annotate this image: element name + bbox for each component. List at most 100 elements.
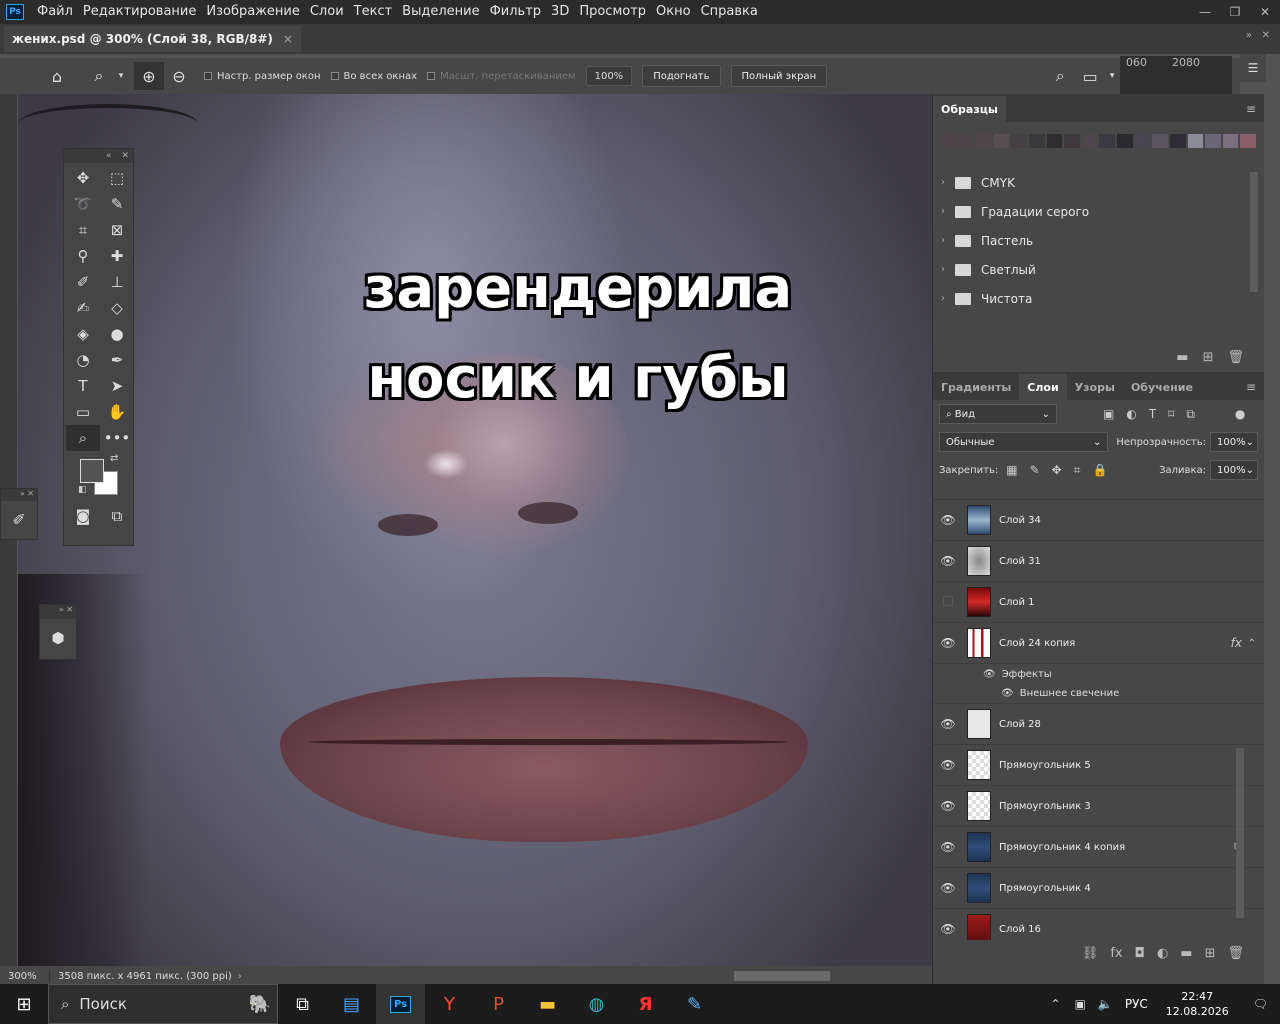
close-tab-icon[interactable]: × [283,32,293,46]
add-mask-icon[interactable]: ◘ [1135,946,1145,961]
layer-row[interactable]: 👁 Слой 28 [933,704,1264,745]
zoom-tool-icon[interactable]: ⌕ [66,425,100,451]
all-windows-checkbox[interactable]: Во всех окнах [330,71,417,82]
panel-menu-icon[interactable]: ≡ [1246,102,1256,116]
new-folder-icon[interactable]: ▬ [1176,350,1188,365]
filter-smart-object-icon[interactable]: ⧉ [1186,407,1195,422]
visibility-eye-icon[interactable]: 👁 [933,554,963,568]
minimize-button[interactable]: — [1190,0,1220,24]
swatch-folder[interactable]: › Светлый [933,255,1264,284]
zoom-readout[interactable]: 300% [0,970,50,982]
swatch[interactable] [1152,134,1168,148]
type-tool-icon[interactable]: T [66,373,100,399]
panel-menu-icon[interactable]: ≡ [1246,380,1256,394]
zoom-tool-preset-icon[interactable]: ⌕ [84,62,114,90]
swatch[interactable] [941,134,957,148]
menu-layers[interactable]: Слои [305,0,349,24]
frame-tool-icon[interactable]: ⊠ [100,217,134,243]
zoom-value-field[interactable]: 100% [585,66,633,86]
tab-swatches[interactable]: Образцы [933,96,1006,122]
eyedropper-tool-icon[interactable]: ⚲ [66,243,100,269]
filter-type-icon[interactable]: T [1149,407,1156,421]
quick-mask-icon[interactable]: ◙ [66,503,100,529]
screen-mode-icon[interactable]: ⧉ [100,503,134,529]
swatch[interactable] [1240,134,1256,148]
menu-window[interactable]: Окно [651,0,696,24]
visibility-eye-icon[interactable]: 👁 [933,840,963,854]
eraser-tool-icon[interactable]: ◇ [100,295,134,321]
3d-icon[interactable]: ⬢ [40,619,76,657]
notifications-icon[interactable]: 🗨 [1253,997,1268,1011]
swatch[interactable] [1205,134,1221,148]
crop-tool-icon[interactable]: ⌗ [66,217,100,243]
swatch[interactable] [1134,134,1151,148]
brush-tool-icon[interactable]: ✐ [66,269,100,295]
workspace-icon[interactable]: ▭ [1075,62,1105,90]
file-explorer-icon[interactable]: ▬ [523,984,572,1024]
add-style-icon[interactable]: fx [1110,946,1122,961]
menu-type[interactable]: Текст [349,0,398,24]
layers-scrollbar[interactable] [1236,748,1244,918]
task-view-icon[interactable]: ⧉ [278,984,327,1024]
volume-icon[interactable]: 🔈 [1098,997,1113,1011]
menu-view[interactable]: Просмотр [574,0,651,24]
menu-help[interactable]: Справка [696,0,763,24]
lock-artboard-icon[interactable]: ⌗ [1074,463,1081,478]
powerpoint-icon[interactable]: P [474,984,523,1024]
visibility-eye-icon[interactable]: 👁 [933,513,963,527]
effects-row[interactable]: 👁 Эффекты [933,664,1264,684]
layer-row[interactable]: 👁 Слой 16 [933,909,1264,940]
search-icon[interactable]: ⌕ [1045,62,1075,90]
filter-toggle-icon[interactable]: ● [1235,407,1245,421]
swatch[interactable] [1011,134,1028,148]
visibility-empty-box[interactable] [933,595,963,609]
network-icon[interactable]: ▣ [1075,997,1086,1011]
filter-pixel-icon[interactable]: ▣ [1103,407,1114,421]
swatch-folder[interactable]: › Пастель [933,226,1264,255]
visibility-eye-icon[interactable]: 👁 [933,881,963,895]
yandex-browser-icon[interactable]: Y [425,984,474,1024]
foreground-color[interactable] [80,459,104,483]
close-window-button[interactable]: ✕ [1250,0,1280,24]
hand-tool-icon[interactable]: ✋ [100,399,134,425]
swatch[interactable] [1187,134,1204,148]
trash-icon[interactable]: 🗑 [1227,350,1244,365]
visibility-eye-icon[interactable]: 👁 [933,758,963,772]
fx-icon[interactable]: fx [1231,636,1242,650]
close-icon[interactable]: ✕ [121,151,129,161]
swatch[interactable] [958,134,975,148]
swatch-folder[interactable]: › Чистота [933,284,1264,313]
chevron-up-icon[interactable]: ⌃ [1050,997,1060,1011]
layer-row[interactable]: 👁 Прямоугольник 5 [933,745,1264,786]
swatch[interactable] [1081,134,1098,148]
swatch[interactable] [993,134,1010,148]
filter-shape-icon[interactable]: ⌑ [1168,407,1174,421]
language-indicator[interactable]: РУС [1125,997,1148,1011]
vertical-scrollbar[interactable] [1250,172,1258,292]
quick-select-tool-icon[interactable]: ✎ [100,191,134,217]
edge-browser-icon[interactable]: ◍ [572,984,621,1024]
menu-image[interactable]: Изображение [201,0,304,24]
tab-learn[interactable]: Обучение [1123,374,1201,400]
filter-adjustment-icon[interactable]: ◐ [1126,407,1136,421]
stamp-tool-icon[interactable]: ⊥ [100,269,134,295]
marquee-tool-icon[interactable]: ⬚ [100,165,134,191]
healing-brush-tool-icon[interactable]: ✚ [100,243,134,269]
chevron-down-icon[interactable]: ▾ [1105,62,1119,90]
swatch[interactable] [1099,134,1116,148]
history-brush-tool-icon[interactable]: ✍ [66,295,100,321]
new-layer-icon[interactable]: ⊞ [1205,946,1216,961]
menu-edit[interactable]: Редактирование [78,0,201,24]
tab-gradients[interactable]: Градиенты [933,374,1019,400]
lasso-tool-icon[interactable]: ➰ [66,191,100,217]
layer-row[interactable]: 👁 Слой 34 [933,500,1264,541]
pen-tool-icon[interactable]: ✒ [100,347,134,373]
adjustment-layer-icon[interactable]: ◐ [1157,946,1168,961]
yandex-icon[interactable]: Я [621,984,670,1024]
zoom-out-icon[interactable]: ⊖ [164,62,194,90]
menu-filter[interactable]: Фильтр [485,0,546,24]
close-panels-icon[interactable]: ✕ [1262,30,1270,41]
chevron-down-icon[interactable]: ▾ [114,62,128,90]
opacity-field[interactable]: 100% ⌄ [1210,432,1258,452]
visibility-eye-icon[interactable]: 👁 [933,799,963,813]
